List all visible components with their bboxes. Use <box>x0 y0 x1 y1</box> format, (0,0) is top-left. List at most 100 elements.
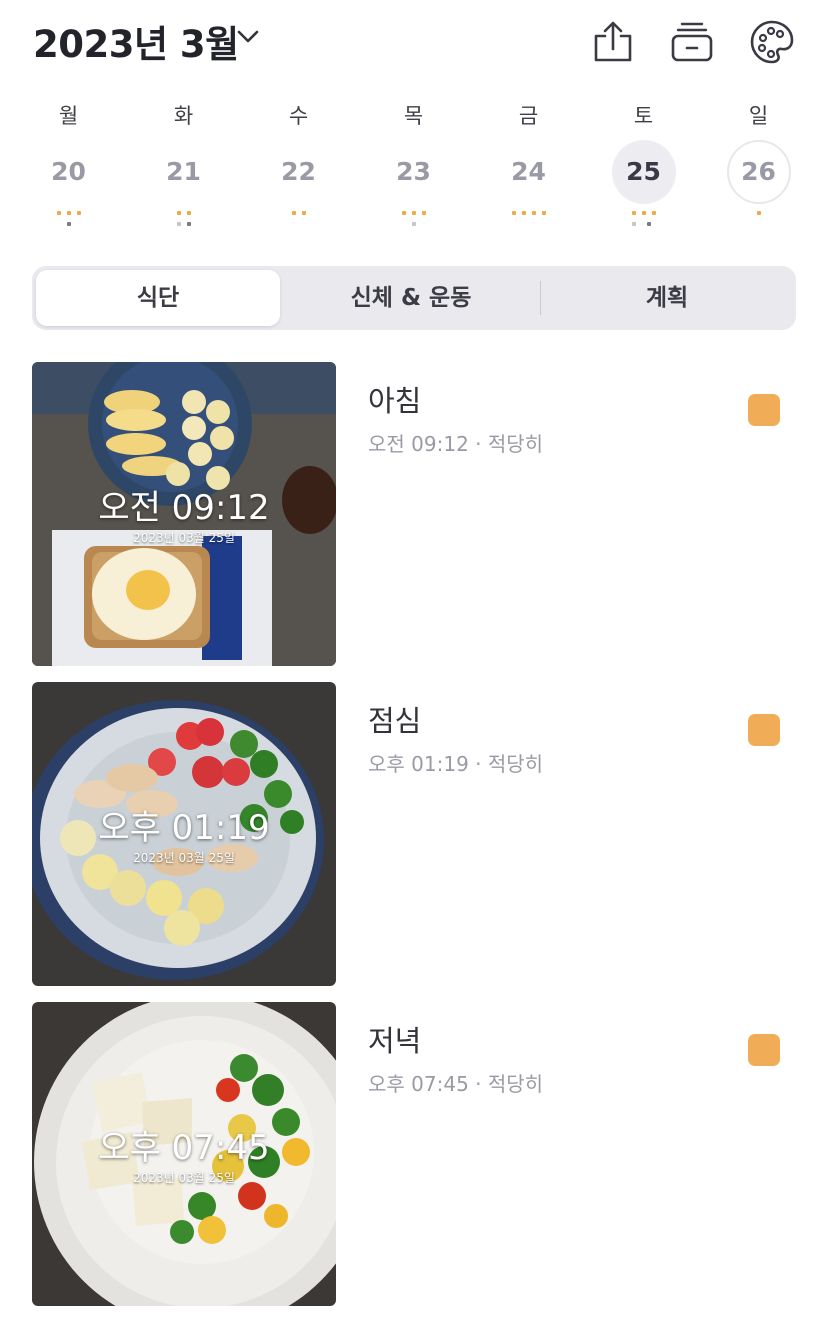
meal-dots <box>241 211 356 231</box>
photo-time-stamp: 오후 07:45 <box>98 1128 270 1168</box>
month-title[interactable]: 2023년 3월 <box>33 14 239 68</box>
tab-diet[interactable]: 식단 <box>36 270 280 326</box>
tab-body-exercise[interactable]: 신체 & 운동 <box>284 270 538 326</box>
date-circle[interactable]: 22 <box>267 140 331 204</box>
date-number: 24 <box>511 157 546 186</box>
day-fri[interactable]: 금 24 <box>471 100 586 240</box>
date-circle[interactable]: 23 <box>382 140 446 204</box>
date-number: 22 <box>281 157 316 186</box>
meal-photo[interactable]: 오전 09:12 2023년 03월 25일 <box>32 362 336 666</box>
meal-time: 오후 07:45 <box>368 1072 469 1096</box>
date-number: 25 <box>626 157 661 186</box>
meal-dot <box>302 211 306 215</box>
meal-dot <box>542 211 546 215</box>
meal-dot <box>402 211 406 215</box>
meal-dot <box>187 211 191 215</box>
day-of-week: 일 <box>748 104 769 128</box>
day-mon[interactable]: 월 20 <box>11 100 126 240</box>
meal-dot <box>292 211 296 215</box>
meal-name: 아침 <box>368 384 422 418</box>
meal-dot <box>177 211 181 215</box>
meal-dots <box>11 211 126 231</box>
meal-dot <box>642 211 646 215</box>
exercise-dot <box>647 222 651 226</box>
day-sun[interactable]: 일 26 <box>701 100 816 240</box>
meal-dot <box>67 211 71 215</box>
day-wed[interactable]: 수 22 <box>241 100 356 240</box>
meal-name: 점심 <box>368 704 422 738</box>
day-of-week: 수 <box>288 104 309 128</box>
date-number: 21 <box>166 157 201 186</box>
share-icon[interactable] <box>590 18 636 64</box>
meal-amount: 적당히 <box>487 752 544 776</box>
day-of-week: 목 <box>403 104 424 128</box>
meal-dot <box>412 211 416 215</box>
meal-time: 오후 01:19 <box>368 752 469 776</box>
palette-icon[interactable] <box>749 18 795 64</box>
meal-photo[interactable]: 오후 07:45 2023년 03월 25일 <box>32 1002 336 1306</box>
drawer-icon[interactable] <box>669 18 715 64</box>
photo-date-stamp: 2023년 03월 25일 <box>133 1171 235 1185</box>
date-circle[interactable]: 24 <box>497 140 561 204</box>
exercise-dot <box>177 222 181 226</box>
date-number: 26 <box>741 157 776 186</box>
category-tabs: 식단 신체 & 운동 계획 <box>32 266 796 330</box>
exercise-dot <box>187 222 191 226</box>
amount-badge <box>748 394 780 426</box>
meal-dot <box>522 211 526 215</box>
day-tue[interactable]: 화 21 <box>126 100 241 240</box>
photo-date-stamp: 2023년 03월 25일 <box>133 531 235 545</box>
day-of-week: 금 <box>518 104 539 128</box>
photo-time-stamp: 오전 09:12 <box>98 488 270 528</box>
exercise-dot <box>632 222 636 226</box>
meal-dot <box>532 211 536 215</box>
exercise-dot <box>412 222 416 226</box>
date-number: 20 <box>51 157 86 186</box>
meal-name: 저녁 <box>368 1024 422 1058</box>
meal-dot <box>57 211 61 215</box>
meal-subtitle: 오후 07:45 · 적당히 <box>368 1068 543 1097</box>
header: 2023년 3월 <box>0 0 826 80</box>
meal-amount: 적당히 <box>487 1072 544 1096</box>
date-circle[interactable]: 21 <box>152 140 216 204</box>
day-of-week: 화 <box>173 104 194 128</box>
photo-date-stamp: 2023년 03월 25일 <box>133 851 235 865</box>
meal-dot <box>512 211 516 215</box>
photo-time-stamp: 오후 01:19 <box>98 808 270 848</box>
day-sat[interactable]: 토 25 <box>586 100 701 240</box>
amount-badge <box>748 714 780 746</box>
date-circle-today[interactable]: 26 <box>726 140 791 204</box>
meal-dots <box>586 211 701 231</box>
meal-dot <box>632 211 636 215</box>
meal-time: 오전 09:12 <box>368 432 469 456</box>
day-thu[interactable]: 목 23 <box>356 100 471 240</box>
meal-dots <box>471 211 586 231</box>
meal-dots <box>701 211 816 231</box>
day-of-week: 토 <box>633 104 654 128</box>
chevron-down-icon[interactable] <box>236 26 260 46</box>
day-of-week: 월 <box>58 104 79 128</box>
meal-dots <box>126 211 241 231</box>
meal-subtitle: 오후 01:19 · 적당히 <box>368 748 543 777</box>
meal-entry-lunch[interactable]: 오후 01:19 2023년 03월 25일 점심 오후 01:19 · 적당히 <box>32 682 802 986</box>
amount-badge <box>748 1034 780 1066</box>
separator: · <box>475 752 482 776</box>
exercise-dot <box>67 222 71 226</box>
tab-plan[interactable]: 계획 <box>542 270 792 326</box>
date-circle[interactable]: 20 <box>37 140 101 204</box>
meal-dot <box>422 211 426 215</box>
meal-entry-dinner[interactable]: 오후 07:45 2023년 03월 25일 저녁 오후 07:45 · 적당히 <box>32 1002 802 1306</box>
meal-dots <box>356 211 471 231</box>
meal-subtitle: 오전 09:12 · 적당히 <box>368 428 543 457</box>
week-strip: 월 20 화 21 수 22 목 23 금 24 토 25 일 26 <box>10 100 816 240</box>
separator: · <box>475 432 482 456</box>
date-number: 23 <box>396 157 431 186</box>
meal-dot <box>652 211 656 215</box>
meal-entry-breakfast[interactable]: 오전 09:12 2023년 03월 25일 아침 오전 09:12 · 적당히 <box>32 362 802 666</box>
meal-amount: 적당히 <box>487 432 544 456</box>
meal-dot <box>77 211 81 215</box>
meal-photo[interactable]: 오후 01:19 2023년 03월 25일 <box>32 682 336 986</box>
tab-divider <box>540 281 541 315</box>
separator: · <box>475 1072 482 1096</box>
date-circle-selected[interactable]: 25 <box>611 140 676 204</box>
